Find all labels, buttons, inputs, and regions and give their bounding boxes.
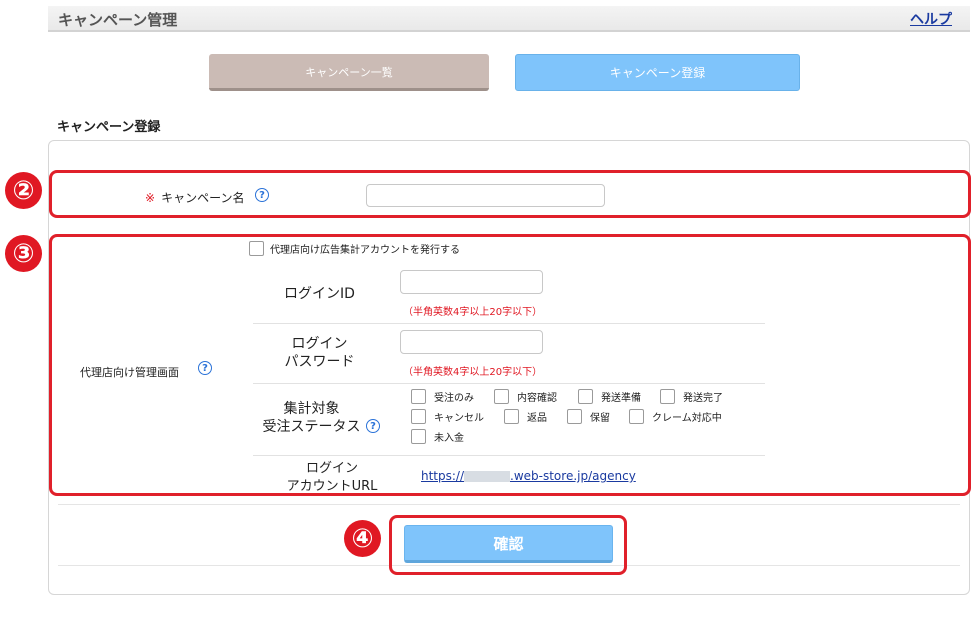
callout-box-confirm (389, 515, 627, 575)
callout-box-campaign-name (49, 170, 971, 218)
callout-number-2: ② (5, 172, 42, 209)
page-title: キャンペーン管理 (58, 11, 178, 29)
tab-campaign-list[interactable]: キャンペーン一覧 (209, 54, 489, 91)
divider (58, 504, 960, 505)
section-title: キャンペーン登録 (57, 120, 161, 135)
help-link[interactable]: ヘルプ (910, 9, 952, 29)
callout-number-4: ④ (344, 520, 381, 557)
callout-box-agency-admin (49, 234, 971, 496)
header-bar: キャンペーン管理 ヘルプ (48, 6, 970, 32)
tab-campaign-register[interactable]: キャンペーン登録 (515, 54, 800, 91)
callout-number-3: ③ (5, 235, 42, 272)
